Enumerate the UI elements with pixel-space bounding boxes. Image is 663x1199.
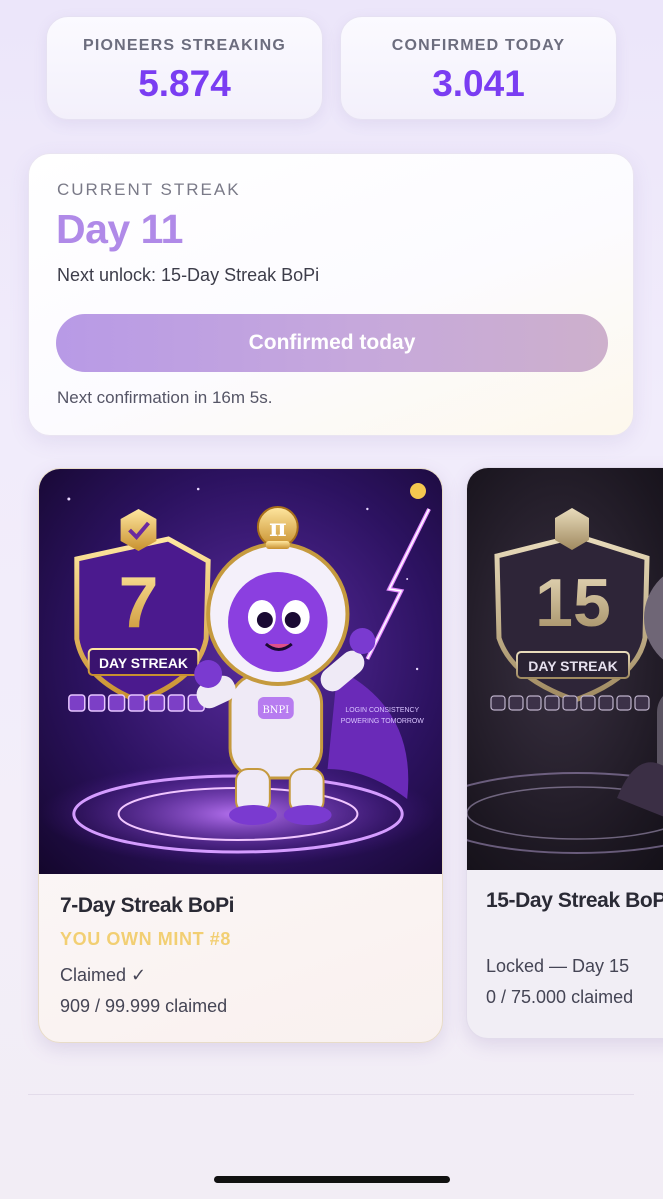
nft-title: 15-Day Streak BoPi — [486, 889, 663, 912]
owned-status-dot — [410, 483, 426, 499]
stat-value: 5.874 — [138, 63, 231, 104]
stat-label: PIONEERS STREAKING — [83, 37, 286, 54]
stat-label: CONFIRMED TODAY — [391, 37, 566, 54]
nft-artwork-7-day: 7 DAY STREAK π BNPI LOGIN CONSISTENCY PO… — [39, 469, 442, 874]
streak-eyebrow: CURRENT STREAK — [57, 180, 241, 199]
bopi-astronaut-locked-illustration: 15 DAY STREAK — [467, 468, 663, 870]
current-streak-card: CURRENT STREAK Day 11 Next unlock: 15-Da… — [28, 153, 634, 436]
nft-owned-mint: YOU OWN MINT #8 — [60, 929, 232, 949]
nft-card-15-day[interactable]: 15 DAY STREAK 15-Day Streak BoPi Locked … — [466, 467, 663, 1039]
chest-logo-text: BNPI — [263, 705, 290, 716]
nft-claim-count: 0 / 75.000 claimed — [486, 987, 634, 1007]
badge-number-text: 15 — [535, 565, 611, 641]
nft-title: 7-Day Streak BoPi — [60, 894, 235, 917]
nft-claim-count: 909 / 99.999 claimed — [60, 996, 228, 1016]
nft-claim-status: Locked — Day 15 — [486, 956, 630, 976]
stat-value: 3.041 — [432, 63, 525, 104]
nft-card-7-day[interactable]: 7 DAY STREAK π BNPI LOGIN CONSISTENCY PO… — [38, 468, 443, 1043]
badge-label-text: DAY STREAK — [528, 658, 617, 674]
confirm-streak-button[interactable]: Confirmed today — [56, 314, 608, 372]
nft-claim-status: Claimed ✓ — [60, 965, 147, 985]
badge-number-text: 7 — [119, 563, 159, 643]
next-unlock-text: Next unlock: 15-Day Streak BoPi — [57, 265, 320, 285]
bottom-divider — [28, 1094, 634, 1095]
badge-label-text: DAY STREAK — [99, 655, 188, 671]
tagline-line-2: POWERING TOMORROW — [341, 718, 425, 725]
bopi-astronaut-illustration: 7 DAY STREAK π BNPI LOGIN CONSISTENCY PO… — [39, 469, 442, 874]
streak-day: Day 11 — [56, 206, 183, 252]
tagline-line-1: LOGIN CONSISTENCY — [345, 707, 419, 714]
next-confirmation-timer: Next confirmation in 16m 5s. — [57, 388, 273, 407]
nft-artwork-15-day: 15 DAY STREAK — [467, 468, 663, 870]
home-indicator[interactable] — [214, 1176, 450, 1183]
pi-coin-symbol: π — [269, 514, 286, 542]
stat-card-confirmed-today: CONFIRMED TODAY 3.041 — [340, 16, 617, 120]
stat-card-pioneers-streaking: PIONEERS STREAKING 5.874 — [46, 16, 323, 120]
